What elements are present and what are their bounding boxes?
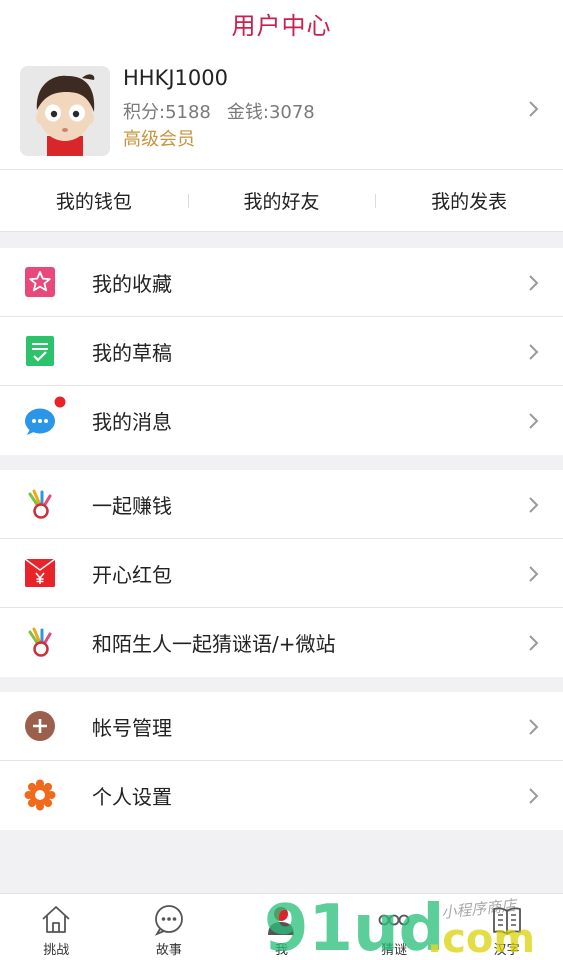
user-icon — [268, 907, 295, 935]
chevron-right-icon — [529, 275, 539, 291]
profile-card[interactable]: HHKJ1000 积分:5188 金钱:3078 高级会员 — [0, 46, 563, 170]
plus-circle-icon — [25, 711, 55, 741]
header-bar: 用户中心 — [0, 0, 563, 46]
page-title: 用户中心 — [231, 11, 332, 40]
chevron-right-icon — [529, 719, 539, 735]
chevron-right-icon — [529, 344, 539, 360]
menu-item-label: 开心红包 — [92, 562, 172, 587]
chat-icon — [154, 905, 183, 936]
menu-item-earn[interactable]: 一起赚钱 — [0, 470, 563, 539]
chevron-right-icon — [529, 566, 539, 582]
tab-label: 我 — [274, 943, 288, 958]
quick-links: 我的钱包 我的好友 我的发表 — [0, 170, 563, 232]
chevron-right-icon — [529, 413, 539, 429]
username: HHKJ1000 — [123, 66, 228, 90]
draft-icon — [26, 336, 54, 366]
chevron-right-icon — [529, 497, 539, 513]
menu-item-label: 个人设置 — [92, 785, 172, 809]
tab-hanzi[interactable]: 汉字 — [450, 894, 563, 960]
quicklink-friends[interactable]: 我的好友 — [187, 170, 376, 231]
points-value: 积分:5188 — [123, 102, 211, 123]
chevron-right-icon — [529, 635, 539, 651]
tab-label: 挑战 — [43, 943, 70, 958]
menu-item-label: 我的草稿 — [92, 340, 172, 365]
menu-item-label: 一起赚钱 — [92, 493, 172, 518]
quicklink-posts[interactable]: 我的发表 — [375, 170, 563, 231]
tab-label: 汉字 — [493, 943, 520, 958]
bottom-tab-bar: 挑战 故事 我 猜谜 汉字 — [0, 893, 563, 960]
menu-item-label: 帐号管理 — [92, 715, 172, 740]
tab-riddle[interactable]: 猜谜 — [338, 894, 451, 960]
tab-story[interactable]: 故事 — [113, 894, 226, 960]
gear-icon — [24, 779, 56, 811]
quicklink-wallet[interactable]: 我的钱包 — [0, 170, 188, 231]
tab-label: 故事 — [155, 943, 182, 958]
menu-item-drafts[interactable]: 我的草稿 — [0, 317, 563, 386]
riddle-icon — [378, 914, 410, 926]
menu-item-label: 我的收藏 — [92, 271, 172, 296]
member-level: 高级会员 — [123, 129, 195, 150]
menu-item-red-envelope[interactable]: 开心红包 — [0, 539, 563, 608]
profile-stats: 积分:5188 金钱:3078 — [123, 98, 315, 124]
unread-dot-icon — [54, 396, 66, 408]
tab-label: 猜谜 — [381, 943, 408, 958]
message-icon — [25, 408, 55, 435]
red-envelope-icon — [24, 558, 56, 587]
menu-item-settings[interactable]: 个人设置 — [0, 761, 563, 830]
book-icon — [492, 907, 521, 935]
tab-me[interactable]: 我 — [225, 894, 338, 960]
chevron-right-icon — [529, 101, 539, 117]
chevron-right-icon — [529, 788, 539, 804]
menu-item-label: 和陌生人一起猜谜语/+微站 — [92, 632, 336, 656]
money-value: 金钱:3078 — [226, 102, 315, 123]
tab-challenge[interactable]: 挑战 — [0, 894, 113, 960]
menu-group-3: 帐号管理 个人设置 — [0, 692, 563, 830]
avatar[interactable] — [20, 66, 110, 156]
home-icon — [42, 906, 70, 933]
menu-item-messages[interactable]: 我的消息 — [0, 386, 563, 455]
menu-group-1: 我的收藏 我的草稿 我的消息 — [0, 248, 563, 455]
star-icon — [25, 267, 55, 297]
badge-icon — [28, 627, 52, 657]
menu-item-label: 我的消息 — [92, 410, 172, 434]
badge-icon — [28, 489, 52, 519]
menu-item-riddle-stranger[interactable]: 和陌生人一起猜谜语/+微站 — [0, 608, 563, 677]
menu-group-2: 一起赚钱 开心红包 和陌生人一起猜谜语/+微站 — [0, 470, 563, 677]
menu-item-favorites[interactable]: 我的收藏 — [0, 248, 563, 317]
menu-item-account[interactable]: 帐号管理 — [0, 692, 563, 761]
